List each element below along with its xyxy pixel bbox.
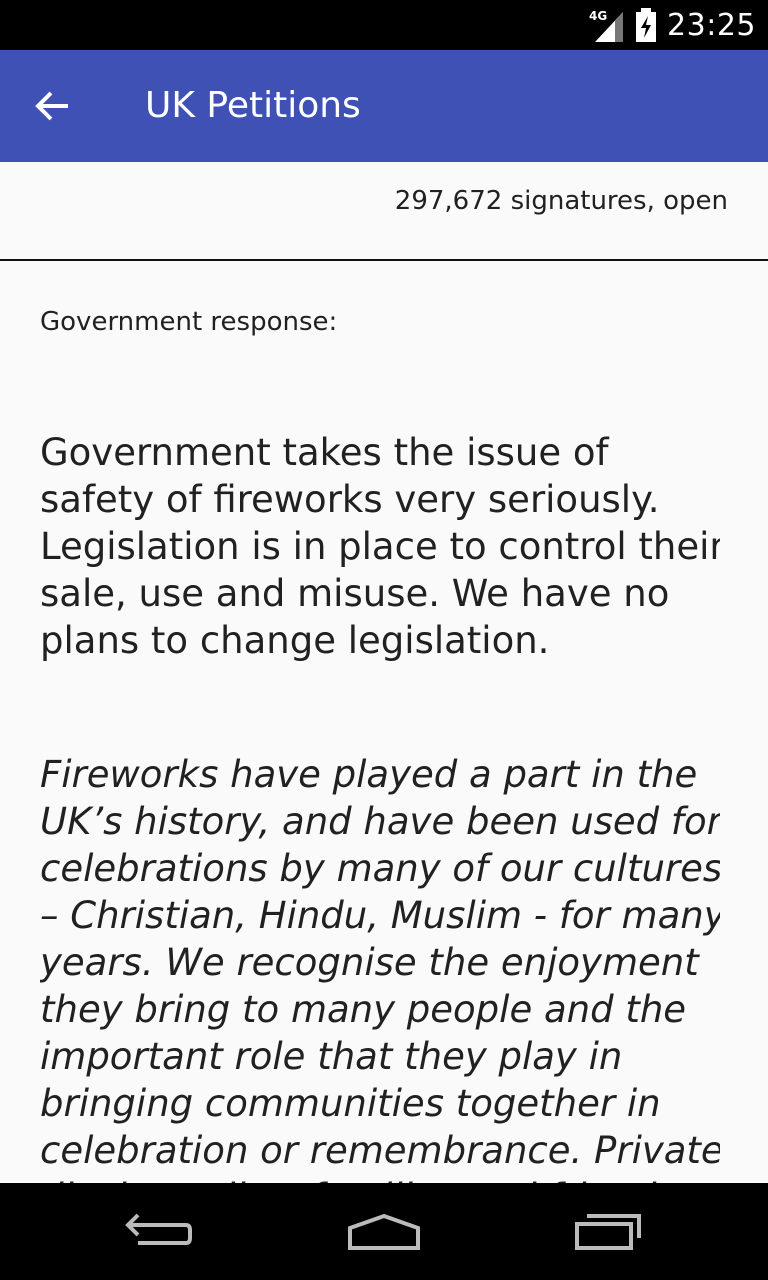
status-icons: 4G 23:25 (589, 0, 756, 50)
nav-home-button[interactable] (309, 1183, 459, 1280)
nav-back-button[interactable] (84, 1183, 234, 1280)
petition-status-row: 297,672 signatures, open (0, 162, 768, 259)
battery-charging-icon (636, 8, 657, 42)
app-bar: UK Petitions (0, 50, 768, 162)
nav-recents-button[interactable] (534, 1183, 684, 1280)
app-title: UK Petitions (145, 85, 361, 126)
response-details: Fireworks have played a part in the UK’s… (40, 753, 720, 1183)
back-button[interactable] (24, 78, 80, 134)
svg-text:4G: 4G (589, 9, 607, 23)
recents-icon (575, 1213, 641, 1250)
status-time: 23:25 (667, 7, 756, 43)
response-content[interactable]: Government response: Government takes th… (40, 261, 720, 1183)
signal-4g-icon: 4G (589, 9, 624, 42)
signature-count: 297,672 signatures, open (394, 186, 728, 216)
response-summary: Government takes the issue of safety of … (40, 431, 720, 662)
back-icon (125, 1213, 192, 1245)
response-label: Government response: (40, 307, 338, 337)
arrow-back-icon (35, 91, 68, 121)
navigation-bar (0, 1183, 768, 1280)
home-icon (348, 1213, 420, 1250)
status-bar: 4G 23:25 (0, 0, 768, 50)
